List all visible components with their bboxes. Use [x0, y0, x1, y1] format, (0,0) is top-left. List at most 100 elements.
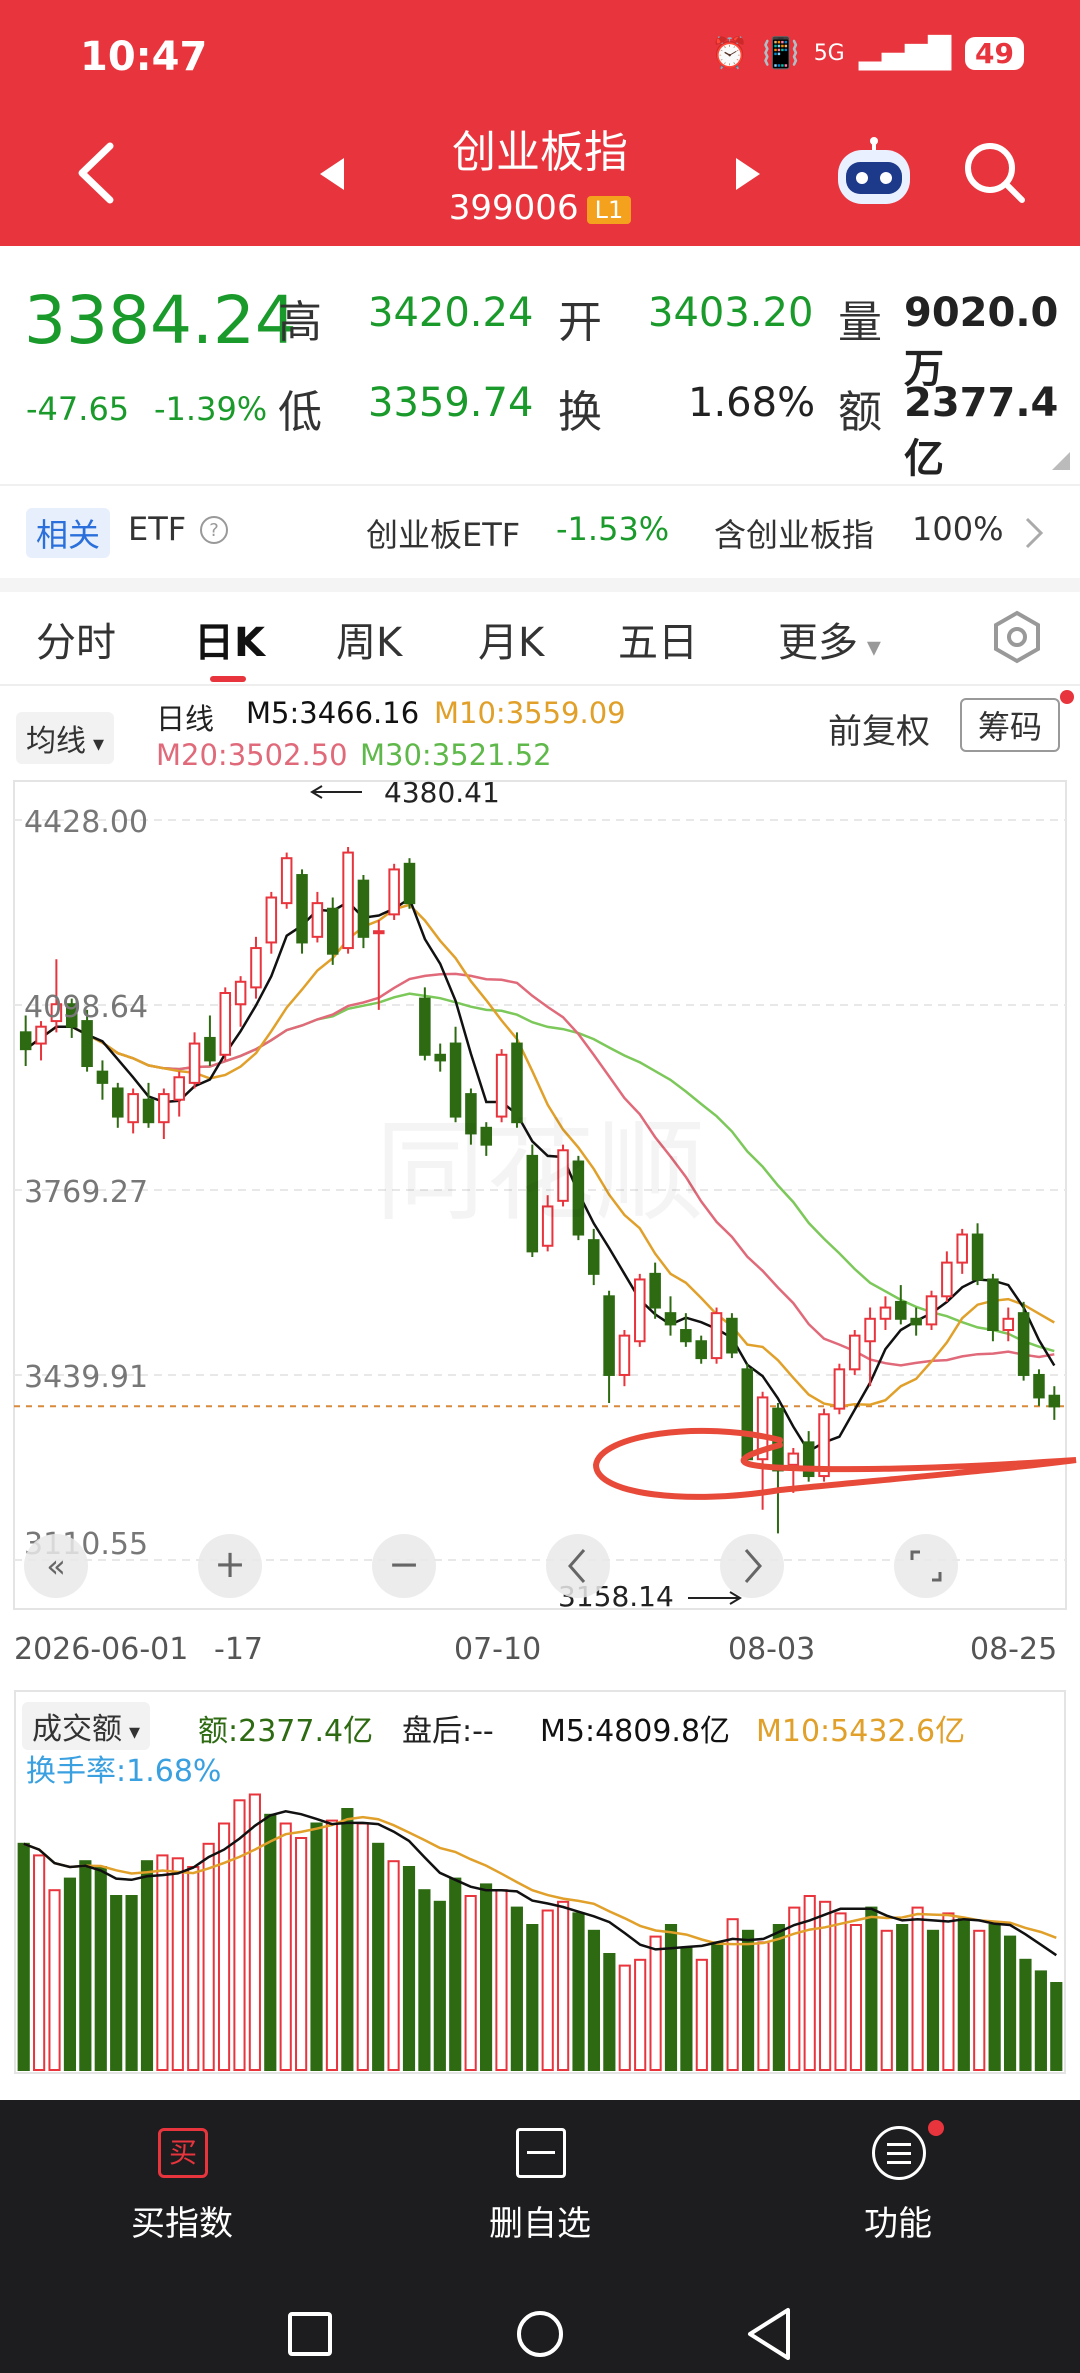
volume-bar [387, 1860, 400, 2071]
signal-bars-icon: ▂▄▆█ [858, 36, 952, 71]
candle-body [1017, 1312, 1030, 1376]
volume-bar [649, 1935, 662, 2071]
zoom-minus-button[interactable]: − [372, 1534, 436, 1598]
help-icon[interactable]: ? [198, 514, 230, 546]
price-change-pct: -1.39% [154, 390, 268, 428]
amount-label: 额 [838, 387, 882, 438]
buy-index-button[interactable]: 买 买指数 [82, 2120, 282, 2270]
candlestick-chart[interactable]: 4428.004098.643769.273439.913110.55 4380… [0, 780, 1080, 1620]
volume-bar [341, 1808, 354, 2071]
volume-bar [973, 1929, 986, 2071]
status-time: 10:47 [80, 34, 208, 80]
remove-watchlist-button[interactable]: 删自选 [440, 2120, 640, 2270]
system-home-icon[interactable] [514, 2308, 566, 2360]
functions-button[interactable]: 功能 [798, 2120, 998, 2270]
volume-dropdown[interactable]: 成交额 ▾ [22, 1702, 151, 1750]
scroll-right-button[interactable] [720, 1534, 784, 1598]
candle-body [956, 1233, 968, 1264]
candle-body [173, 1076, 185, 1101]
candle-body [587, 1239, 600, 1275]
candle-body [910, 1317, 922, 1326]
corner-expand-icon [1052, 452, 1070, 470]
candle-body [81, 1020, 93, 1068]
candle-body [280, 857, 293, 905]
volume-label: 量 [838, 297, 882, 348]
zoom-out-arrows-button[interactable]: « [24, 1534, 88, 1598]
volume-value: 9020.0万 [904, 290, 1059, 392]
candle [726, 1313, 738, 1359]
tab-daily-k[interactable]: 日K [194, 610, 265, 668]
x-label-3: 07-10 [454, 1632, 542, 1667]
next-triangle-icon[interactable] [732, 156, 762, 192]
candle-body [250, 947, 262, 989]
watermark: 同花顺 [375, 1108, 705, 1236]
candle-body [941, 1261, 953, 1298]
volume-bar [726, 1918, 739, 2071]
volume-amount: 额:2377.4亿 [198, 1714, 374, 1749]
zoom-in-button[interactable]: + [198, 1534, 262, 1598]
candle-body [1048, 1394, 1061, 1408]
system-back-icon[interactable] [744, 2306, 794, 2362]
divider [0, 484, 1080, 486]
x-label-2: -17 [214, 1632, 263, 1667]
scroll-left-button[interactable] [546, 1534, 610, 1598]
search-icon[interactable] [962, 140, 1028, 206]
candle [342, 846, 354, 954]
volume-bar [187, 1866, 200, 2071]
chips-button[interactable]: 筹码 [960, 698, 1061, 752]
adjust-mode[interactable]: 前复权 [828, 704, 930, 753]
tab-intraday[interactable]: 分时 [36, 610, 116, 668]
volume-m5: M5:4809.8亿 [540, 1714, 731, 1749]
ma30-legend: M30:3521.52 [360, 738, 552, 772]
candle [219, 987, 232, 1061]
volume-bar [772, 1924, 785, 2071]
candle-body [449, 1042, 462, 1118]
candle [833, 1363, 846, 1415]
ma10-legend: M10:3559.09 [434, 696, 626, 730]
tab-five-day[interactable]: 五日 [618, 610, 698, 668]
volume-bar [587, 1929, 601, 2071]
related-etf-row[interactable]: 相关 ETF ? 创业板ETF -1.53% 含创业板指 100% [0, 490, 1080, 576]
candle [848, 1330, 861, 1375]
volume-bar [926, 1929, 940, 2071]
candle-body [342, 851, 354, 950]
tab-monthly-k[interactable]: 月K [478, 610, 544, 668]
volume-bar [402, 1866, 416, 2071]
system-recents-icon[interactable] [286, 2310, 334, 2358]
volume-bar [17, 1842, 30, 2071]
candle [296, 869, 308, 954]
related-tag: 相关 [26, 508, 111, 558]
low-value: 3359.74 [368, 380, 534, 426]
etf-change: -1.53% [556, 510, 670, 548]
volume-chart [17, 1793, 1063, 2072]
candle-body [695, 1340, 707, 1360]
bottom-nav: 买 买指数 删自选 功能 [0, 2100, 1080, 2373]
holding-pct: 100% [912, 510, 1004, 548]
status-icons: ⏰ 📳 5G ▂▄▆█ 49 [711, 36, 1024, 71]
settings-hexagon-icon[interactable] [990, 610, 1044, 664]
candle-body [634, 1278, 646, 1343]
candle [419, 987, 431, 1061]
volume-bar [510, 1906, 523, 2071]
candle [634, 1273, 646, 1347]
candle-body [925, 1295, 938, 1326]
candle-body [649, 1272, 661, 1309]
functions-badge-dot [928, 2120, 944, 2136]
candle-body [726, 1317, 738, 1354]
fullscreen-button[interactable] [894, 1534, 958, 1598]
holding-label: 含创业板指 [714, 516, 875, 554]
volume-bar [325, 1819, 339, 2071]
volume-bars [17, 1793, 1063, 2072]
tab-weekly-k[interactable]: 周K [336, 610, 402, 668]
divider [0, 684, 1080, 686]
volume-bar [356, 1822, 369, 2071]
volume-m10: M10:5432.6亿 [756, 1714, 966, 1749]
candle-body [388, 868, 400, 916]
volume-bar [125, 1895, 138, 2071]
robot-assistant-icon[interactable] [832, 136, 916, 210]
volume-bar [541, 1909, 554, 2071]
volume-bar [834, 1912, 847, 2071]
candle-body [19, 1031, 32, 1051]
ma-dropdown[interactable]: 均线 ▾ [16, 712, 115, 764]
tab-more[interactable]: 更多 ▾ [778, 610, 881, 668]
